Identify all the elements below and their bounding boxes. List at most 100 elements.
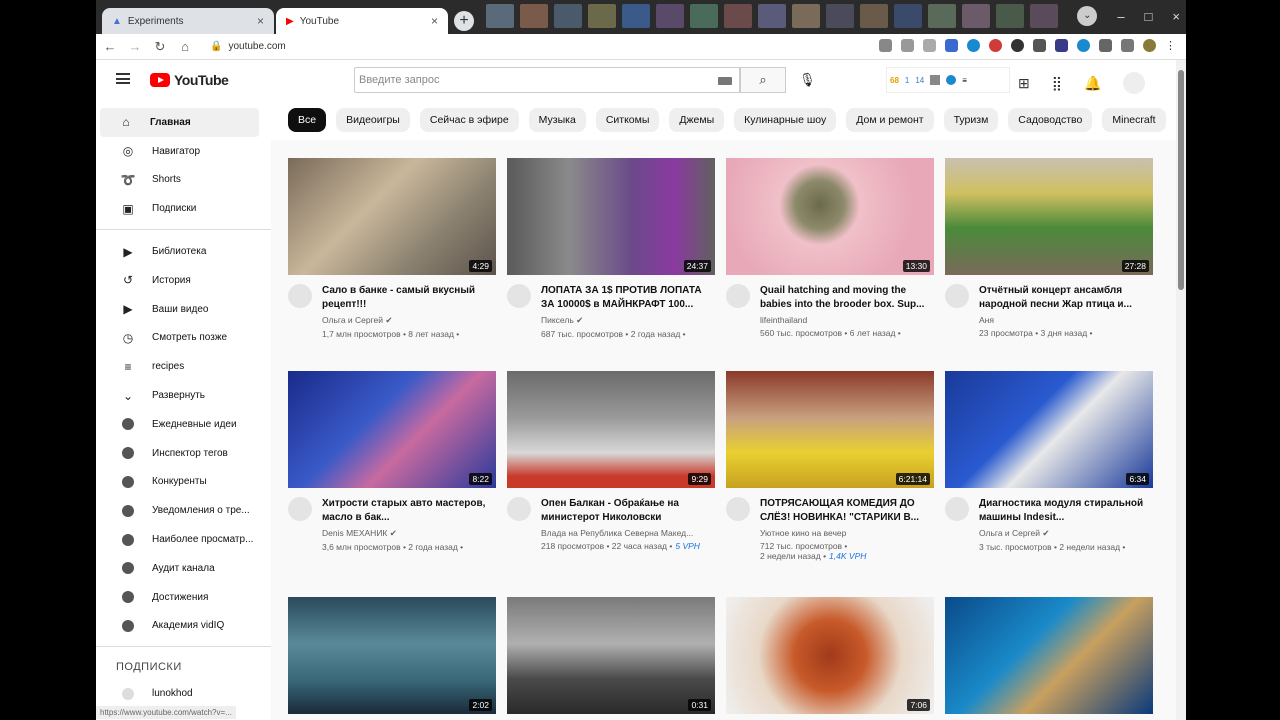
channel-avatar[interactable] <box>726 284 750 308</box>
search-input[interactable]: Введите запрос <box>354 67 740 93</box>
sidebar-item[interactable]: ◎ Навигатор <box>96 137 271 166</box>
install-icon[interactable] <box>879 39 892 52</box>
vidiq-sidebar-item[interactable]: Уведомления о тре... <box>96 496 271 525</box>
share-icon[interactable] <box>901 39 914 52</box>
channel-name[interactable]: Ольга и Сергей ✔ <box>979 528 1151 539</box>
video-thumbnail[interactable]: 2:02 <box>288 597 496 714</box>
filter-chip[interactable]: Minecraft <box>1102 108 1166 132</box>
sidebar-item[interactable]: ⌂ Главная <box>100 108 259 137</box>
youtube-logo[interactable]: YouTube <box>150 72 229 88</box>
video-thumbnail[interactable]: 8:22 <box>288 371 496 488</box>
channel-name[interactable]: Ольга и Сергей ✔ <box>322 315 494 326</box>
video-thumbnail[interactable]: 27:28 <box>945 158 1153 275</box>
video-card[interactable]: 9:29 Опен Балкан - Обраќање на министерот… <box>507 371 715 551</box>
close-tab-icon[interactable]: × <box>431 14 438 28</box>
vidiq-sidebar-item[interactable]: Достижения <box>96 583 271 612</box>
sidebar-item[interactable]: ▣ Подписки <box>96 194 271 223</box>
channel-name[interactable]: lifeinthailand <box>760 315 932 325</box>
filter-chip[interactable]: Ситкомы <box>595 108 660 132</box>
channel-avatar[interactable] <box>507 284 531 308</box>
bookmark-star-icon[interactable] <box>923 39 936 52</box>
sidebar-item[interactable]: ◷ Смотреть позже <box>96 324 271 353</box>
sidebar-item[interactable]: ▶ Библиотека <box>96 237 271 266</box>
channel-name[interactable]: Аня <box>979 315 1151 325</box>
notifications-bell-icon[interactable]: 🔔 <box>1084 75 1101 92</box>
back-icon[interactable]: ← <box>99 39 121 54</box>
channel-avatar[interactable] <box>945 284 969 308</box>
close-tab-icon[interactable]: × <box>257 14 264 28</box>
vidiq-sidebar-item[interactable]: Академия vidIQ <box>96 612 271 641</box>
channel-name[interactable]: Влада на Република Северна Макед... <box>541 528 713 538</box>
translate-icon[interactable] <box>945 39 958 52</box>
video-title[interactable]: Хитрости старых авто мастеров, масло в б… <box>322 497 494 525</box>
video-thumbnail[interactable]: 4:29 <box>288 158 496 275</box>
vidiq-sidebar-item[interactable]: Конкуренты <box>96 468 271 497</box>
filter-chip[interactable]: Кулинарные шоу <box>734 108 837 132</box>
filter-chip[interactable]: Садоводство <box>1008 108 1093 132</box>
channel-avatar[interactable] <box>507 497 531 521</box>
vidiq-widget[interactable]: 68 1 14 ≡ <box>886 67 1010 93</box>
sidebar-item[interactable]: ≡ recipes <box>96 352 271 381</box>
filter-chip[interactable]: Сейчас в эфире <box>419 108 519 132</box>
scrollbar[interactable] <box>1176 60 1186 720</box>
puzzle-icon[interactable] <box>1099 39 1112 52</box>
browser-menu-icon[interactable]: ⋮ <box>1165 39 1176 52</box>
video-thumbnail[interactable]: 6:34 <box>945 371 1153 488</box>
sidebar-item[interactable]: ➰ Shorts <box>96 166 271 195</box>
video-thumbnail[interactable]: 0:31 <box>507 597 715 714</box>
subscription-item[interactable]: lunokhod <box>96 679 271 708</box>
channel-avatar[interactable] <box>288 284 312 308</box>
menu-icon[interactable] <box>116 73 130 84</box>
filter-chip[interactable]: Музыка <box>528 108 586 132</box>
tab-search-icon[interactable]: ⌄ <box>1077 6 1098 26</box>
channel-name[interactable]: Пиксель ✔ <box>541 315 713 326</box>
tab-experiments[interactable]: ▲ Experiments × <box>102 8 274 34</box>
keyboard-icon[interactable] <box>718 77 732 85</box>
vidiq-sidebar-item[interactable]: Инспектор тегов <box>96 439 271 468</box>
extension-icon[interactable] <box>1033 39 1046 52</box>
filter-chip[interactable]: Дом и ремонт <box>846 108 934 132</box>
scrollbar-thumb[interactable] <box>1178 70 1184 290</box>
reload-icon[interactable]: ↻ <box>149 39 171 55</box>
sidebar-item[interactable]: ▶ Ваши видео <box>96 295 271 324</box>
video-card[interactable]: 2:02 <box>288 597 496 714</box>
video-card[interactable] <box>945 597 1153 714</box>
vidiq-sidebar-item[interactable]: Наиболее просматр... <box>96 525 271 554</box>
forward-icon[interactable]: → <box>124 39 146 54</box>
close-window-icon[interactable]: × <box>1172 9 1180 24</box>
minimize-icon[interactable]: – <box>1117 9 1124 24</box>
extension-icon[interactable] <box>1077 39 1090 52</box>
video-thumbnail[interactable]: 24:37 <box>507 158 715 275</box>
video-thumbnail[interactable]: 9:29 <box>507 371 715 488</box>
url-field[interactable]: 🔒 youtube.com <box>210 41 286 52</box>
video-card[interactable]: 27:28 Отчётный концерт ансамбля народной … <box>945 158 1153 338</box>
video-card[interactable]: 8:22 Хитрости старых авто мастеров, масло… <box>288 371 496 552</box>
extension-icon[interactable] <box>1055 39 1068 52</box>
video-card[interactable]: 0:31 <box>507 597 715 714</box>
video-card[interactable]: 13:30 Quail hatching and moving the babie… <box>726 158 934 338</box>
extension-icon[interactable] <box>989 39 1002 52</box>
video-card[interactable]: 24:37 ЛОПАТА ЗА 1$ ПРОТИВ ЛОПАТА ЗА 10000… <box>507 158 715 339</box>
sidebar-item[interactable]: ⌄ Развернуть <box>96 381 271 410</box>
channel-avatar[interactable] <box>288 497 312 521</box>
vidiq-sidebar-item[interactable]: Аудит канала <box>96 554 271 583</box>
create-video-icon[interactable]: ⊞ <box>1018 75 1030 92</box>
maximize-icon[interactable]: □ <box>1145 9 1153 24</box>
tab-youtube[interactable]: ▶ YouTube × <box>276 8 448 34</box>
apps-grid-icon[interactable]: ⣿ <box>1052 75 1062 92</box>
video-title[interactable]: ЛОПАТА ЗА 1$ ПРОТИВ ЛОПАТА ЗА 10000$ в М… <box>541 284 713 312</box>
microphone-icon[interactable]: 🎙 <box>799 72 816 88</box>
extension-icon[interactable] <box>967 39 980 52</box>
channel-avatar[interactable] <box>945 497 969 521</box>
search-button[interactable]: ⌕ <box>740 67 786 93</box>
sidebar-item[interactable]: ↺ История <box>96 266 271 295</box>
vidiq-sidebar-item[interactable]: Ежедневные идеи <box>96 410 271 439</box>
filter-chip[interactable]: Джемы <box>669 108 725 132</box>
video-card[interactable]: 6:34 Диагностика модуля стиральной машины… <box>945 371 1153 552</box>
video-title[interactable]: Quail hatching and moving the babies int… <box>760 284 932 312</box>
video-title[interactable]: Отчётный концерт ансамбля народной песни… <box>979 284 1151 312</box>
video-card[interactable]: 4:29 Сало в банке - самый вкусный рецепт!… <box>288 158 496 339</box>
video-title[interactable]: Диагностика модуля стиральной машины Ind… <box>979 497 1151 525</box>
filter-chip[interactable]: Видеоигры <box>336 108 410 132</box>
video-thumbnail[interactable]: 13:30 <box>726 158 934 275</box>
